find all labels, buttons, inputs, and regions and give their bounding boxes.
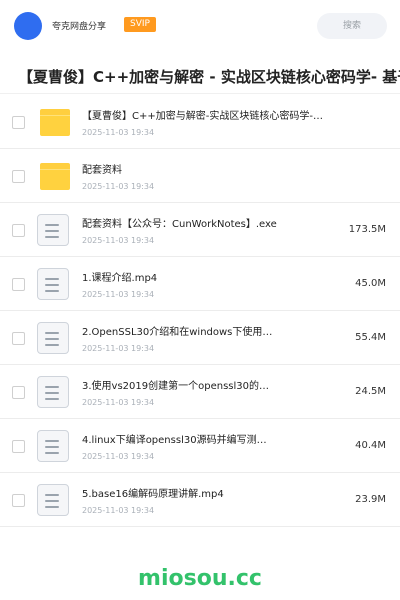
file-name: 【夏曹俊】C++加密与解密-实战区块链核心密码学-… [82,111,323,122]
file-date: 2025-11-03 19:34 [82,398,155,407]
file-name: 5.base16编解码原理讲解.mp4 [82,489,224,500]
select-checkbox[interactable] [12,494,25,507]
document-icon [37,214,69,246]
header: 夸克网盘分享 SVIP 搜索 [0,0,400,52]
list-item[interactable]: 配套资料【公众号：CunWorkNotes】.exe 2025-11-03 19… [0,203,400,257]
watermark: miosou.cc [138,566,262,591]
file-date: 2025-11-03 19:34 [82,128,155,137]
list-item[interactable]: 【夏曹俊】C++加密与解密-实战区块链核心密码学-… 2025-11-03 19… [0,95,400,149]
file-date: 2025-11-03 19:34 [82,236,155,245]
file-size: 55.4M [355,332,386,343]
file-size: 23.9M [355,494,386,505]
app-name: 夸克网盘分享 [52,22,107,32]
file-date: 2025-11-03 19:34 [82,344,155,353]
select-checkbox[interactable] [12,224,25,237]
file-name: 4.linux下编译openssl30源码并编写测… [82,435,267,446]
list-item[interactable]: 配套资料 2025-11-03 19:34 [0,149,400,203]
select-checkbox[interactable] [12,440,25,453]
page-title: 【夏曹俊】C++加密与解密 - 实战区块链核心密码学- 基于o [18,68,400,86]
avatar[interactable] [14,12,42,40]
file-name: 配套资料【公众号：CunWorkNotes】.exe [82,219,277,230]
file-name: 配套资料 [82,165,122,176]
file-size: 173.5M [348,224,386,235]
list-item[interactable]: 5.base16编解码原理讲解.mp4 2025-11-03 19:34 23.… [0,473,400,527]
select-checkbox[interactable] [12,116,25,129]
folder-icon [39,107,70,136]
list-item[interactable]: 3.使用vs2019创建第一个openssl30的… 2025-11-03 19… [0,365,400,419]
file-list: 【夏曹俊】C++加密与解密-实战区块链核心密码学-… 2025-11-03 19… [0,95,400,527]
file-size: 24.5M [355,386,386,397]
folder-icon [39,161,70,190]
file-date: 2025-11-03 19:34 [82,290,155,299]
search-input[interactable]: 搜索 [317,13,387,39]
file-name: 2.OpenSSL30介绍和在windows下使用… [82,327,273,338]
document-icon [37,376,69,408]
select-checkbox[interactable] [12,170,25,183]
file-name: 3.使用vs2019创建第一个openssl30的… [82,381,269,392]
list-item[interactable]: 2.OpenSSL30介绍和在windows下使用… 2025-11-03 19… [0,311,400,365]
select-checkbox[interactable] [12,332,25,345]
file-date: 2025-11-03 19:34 [82,452,155,461]
list-item[interactable]: 1.课程介绍.mp4 2025-11-03 19:34 45.0M [0,257,400,311]
list-item[interactable]: 4.linux下编译openssl30源码并编写测… 2025-11-03 19… [0,419,400,473]
file-size: 40.4M [355,440,386,451]
file-date: 2025-11-03 19:34 [82,182,155,191]
document-icon [37,268,69,300]
document-icon [37,322,69,354]
file-size: 45.0M [355,278,386,289]
svip-badge: SVIP [124,17,156,32]
file-date: 2025-11-03 19:34 [82,506,155,515]
folder-title-bar: 【夏曹俊】C++加密与解密 - 实战区块链核心密码学- 基于o [0,58,400,94]
document-icon [37,484,69,516]
select-checkbox[interactable] [12,278,25,291]
document-icon [37,430,69,462]
select-checkbox[interactable] [12,386,25,399]
file-name: 1.课程介绍.mp4 [82,273,158,284]
